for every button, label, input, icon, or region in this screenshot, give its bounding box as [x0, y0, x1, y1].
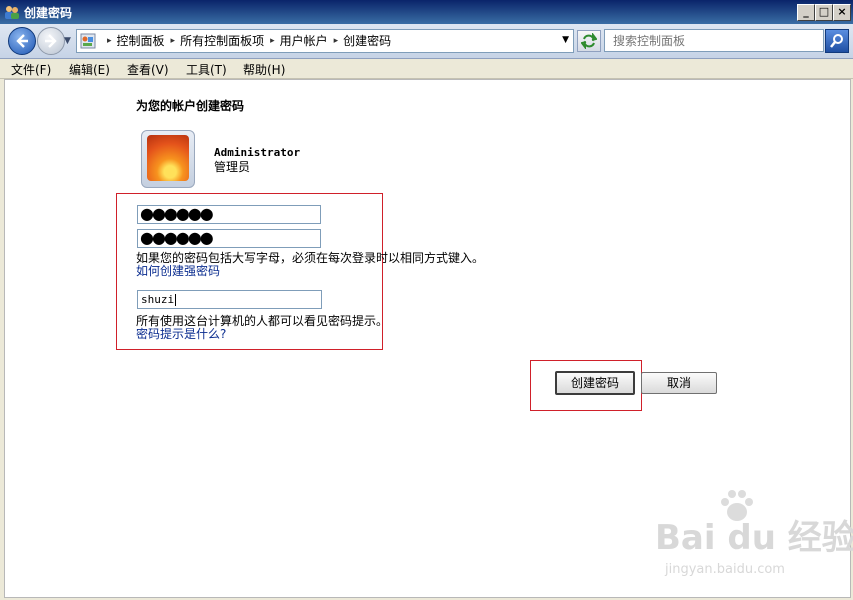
flower-picture-icon	[147, 135, 189, 181]
maximize-button[interactable]: □	[815, 4, 833, 21]
menu-view[interactable]: 查看(V)	[127, 61, 169, 78]
title-bar[interactable]: 创建密码 _ □ ×	[0, 0, 853, 24]
forward-button[interactable]	[37, 27, 65, 55]
menu-file[interactable]: 文件(F)	[11, 61, 51, 78]
back-arrow-icon	[16, 34, 28, 48]
breadcrumb-user-accounts[interactable]: 用户帐户	[280, 33, 328, 49]
control-panel-icon	[80, 33, 96, 49]
search-button[interactable]	[825, 29, 849, 53]
password-hint-link[interactable]: 密码提示是什么?	[136, 325, 226, 342]
window: 创建密码 _ □ × ▼ ▸ 控制面板 ▸ 所有控制面板项 ▸ 用户帐户 ▸ 创…	[0, 0, 853, 600]
back-button[interactable]	[8, 27, 36, 55]
search-box[interactable]	[604, 29, 829, 52]
address-dropdown-icon[interactable]: ▼	[562, 35, 569, 45]
address-bar[interactable]: ▸ 控制面板 ▸ 所有控制面板项 ▸ 用户帐户 ▸ 创建密码 ▼	[76, 29, 574, 53]
search-icon	[830, 34, 843, 48]
breadcrumb-separator-icon[interactable]: ▸	[270, 33, 275, 49]
user-role: 管理员	[214, 160, 251, 174]
watermark-brand: Bai du 经验	[655, 518, 853, 558]
watermark-url: jingyan.baidu.com	[665, 562, 785, 577]
breadcrumb-separator-icon[interactable]: ▸	[171, 33, 176, 49]
password-hint-value: shuzi	[141, 293, 175, 306]
close-button[interactable]: ×	[833, 4, 851, 21]
refresh-button[interactable]	[577, 30, 601, 52]
breadcrumb-all-items[interactable]: 所有控制面板项	[180, 33, 264, 49]
users-icon	[5, 6, 19, 19]
menu-tools[interactable]: 工具(T)	[186, 61, 227, 78]
search-input[interactable]	[605, 30, 829, 51]
minimize-button[interactable]: _	[797, 4, 815, 21]
page-title: 为您的帐户创建密码	[136, 99, 245, 113]
create-password-button[interactable]: 创建密码	[555, 371, 635, 395]
user-avatar	[141, 130, 195, 188]
navigation-bar: ▼ ▸ 控制面板 ▸ 所有控制面板项 ▸ 用户帐户 ▸ 创建密码 ▼	[0, 24, 853, 59]
breadcrumb-separator-icon[interactable]: ▸	[334, 33, 339, 49]
refresh-icon	[581, 33, 597, 49]
password-hint-field[interactable]: shuzi	[137, 290, 322, 309]
confirm-password-field[interactable]: ●●●●●●	[137, 229, 321, 248]
menu-bar: 文件(F) 编辑(E) 查看(V) 工具(T) 帮助(H)	[0, 59, 853, 79]
recent-pages-chevron-icon[interactable]: ▼	[64, 36, 71, 46]
menu-edit[interactable]: 编辑(E)	[69, 61, 110, 78]
breadcrumb-control-panel[interactable]: 控制面板	[117, 33, 165, 49]
breadcrumb-create-password[interactable]: 创建密码	[343, 33, 391, 49]
breadcrumb-separator-icon[interactable]: ▸	[107, 33, 112, 49]
content-pane: 为您的帐户创建密码 Administrator 管理员 ●●●●●● ●●●●●…	[4, 79, 853, 598]
menu-help[interactable]: 帮助(H)	[243, 61, 285, 78]
new-password-field[interactable]: ●●●●●●	[137, 205, 321, 224]
cancel-button[interactable]: 取消	[641, 372, 717, 394]
forward-arrow-icon	[45, 34, 57, 48]
window-title: 创建密码	[24, 6, 73, 20]
strong-password-link[interactable]: 如何创建强密码	[136, 262, 220, 279]
text-caret	[175, 294, 177, 306]
breadcrumb: ▸ 控制面板 ▸ 所有控制面板项 ▸ 用户帐户 ▸ 创建密码	[101, 33, 391, 49]
